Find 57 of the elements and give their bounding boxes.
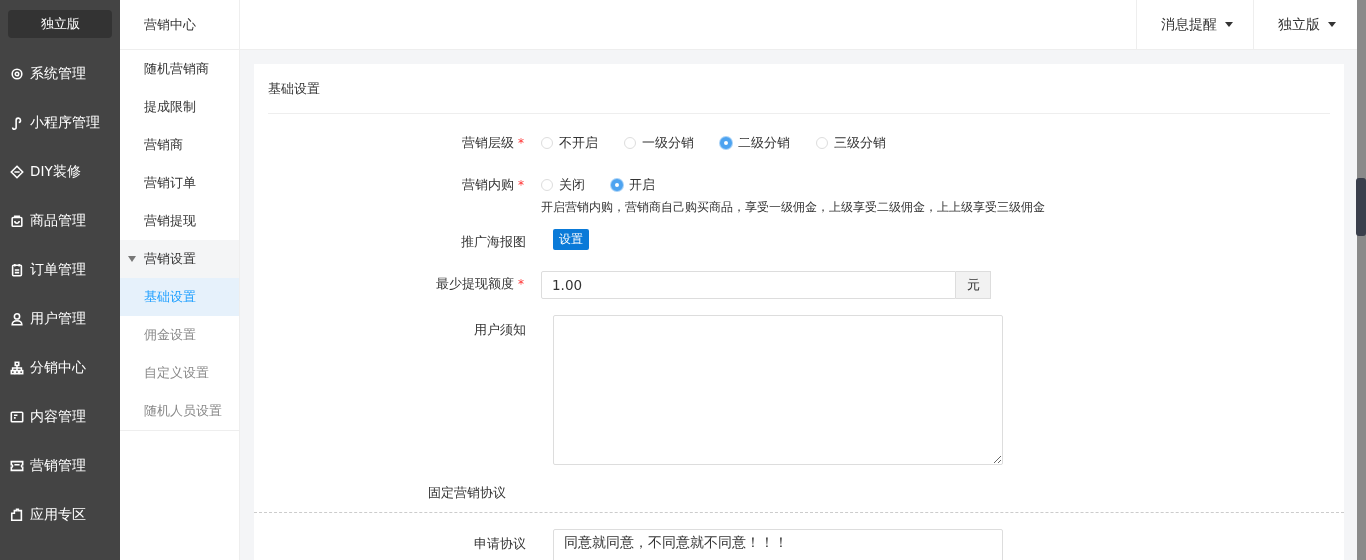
field-label: 最少提现额度: [436, 275, 514, 293]
caret-icon: [1328, 22, 1336, 27]
help-text: 开启营销内购，营销商自己购买商品，享受一级佣金，上级享受二级佣金，上上级享受三级佣金: [541, 200, 1046, 215]
subnav-title: 营销中心: [120, 0, 239, 50]
field-label: 营销内购: [462, 176, 514, 194]
subnav-item[interactable]: 营销提现: [120, 202, 239, 240]
sidebar-item[interactable]: DIY装修: [0, 147, 120, 196]
section-heading: 固定营销协议: [427, 485, 506, 500]
field-label: 用户须知: [474, 321, 526, 339]
top-menu[interactable]: 独立版: [1253, 0, 1356, 49]
subnav-item[interactable]: 营销商: [120, 126, 239, 164]
panel-title: 基础设置: [268, 64, 1330, 114]
field-label: 推广海报图: [461, 233, 526, 251]
caret-icon: [1225, 22, 1233, 27]
subnav-item[interactable]: 随机人员设置: [120, 392, 239, 430]
bag-icon: [10, 213, 24, 228]
radio-option[interactable]: 二级分销: [720, 134, 790, 152]
sidebar-item[interactable]: 系统管理: [0, 49, 120, 98]
caret-icon: [128, 256, 136, 262]
field-label: 申请协议: [474, 535, 526, 553]
sidebar-item[interactable]: 商品管理: [0, 196, 120, 245]
subnav-item[interactable]: 自定义设置: [120, 354, 239, 392]
clipboard-icon: [10, 262, 24, 277]
radio-option[interactable]: 一级分销: [624, 134, 694, 152]
input-field[interactable]: 1.00: [541, 271, 956, 299]
sidebar-item[interactable]: 应用专区: [0, 490, 120, 539]
sidebar-item[interactable]: 内容管理: [0, 392, 120, 441]
required-mark: *: [518, 277, 525, 291]
radio-option[interactable]: 不开启: [541, 134, 598, 152]
sidebar-item[interactable]: 分销中心: [0, 343, 120, 392]
subnav-group[interactable]: 营销设置: [120, 240, 239, 278]
settings-button[interactable]: 设置: [553, 229, 589, 250]
puzzle-icon: [10, 507, 24, 522]
unit-addon: 元: [956, 271, 991, 299]
subnav-item[interactable]: 佣金设置: [120, 316, 239, 354]
top-menu[interactable]: 消息提醒: [1136, 0, 1253, 49]
sidebar-item[interactable]: 用户管理: [0, 294, 120, 343]
diamond-icon: [10, 164, 24, 179]
scrollbar-drawing[interactable]: [1357, 0, 1366, 560]
required-mark: *: [518, 178, 525, 192]
sidebar-item[interactable]: 营销管理: [0, 441, 120, 490]
radio-option[interactable]: 开启: [611, 176, 655, 194]
subnav-item[interactable]: 随机营销商: [120, 50, 239, 88]
tree-icon: [10, 360, 24, 375]
doc-icon: [10, 409, 24, 424]
user-icon: [10, 311, 24, 326]
text-area[interactable]: 同意就同意，不同意就不同意！！！: [553, 529, 1003, 560]
required-mark: *: [518, 136, 525, 150]
edition-label[interactable]: 独立版: [8, 10, 112, 38]
radio-option[interactable]: 关闭: [541, 176, 585, 194]
subnav-item[interactable]: 提成限制: [120, 88, 239, 126]
radio-option[interactable]: 三级分销: [816, 134, 886, 152]
ticket-icon: [10, 458, 24, 473]
subnav-item[interactable]: 营销订单: [120, 164, 239, 202]
field-label: 营销层级: [462, 134, 514, 152]
sidebar-item[interactable]: 小程序管理: [0, 98, 120, 147]
sidebar-item[interactable]: 订单管理: [0, 245, 120, 294]
